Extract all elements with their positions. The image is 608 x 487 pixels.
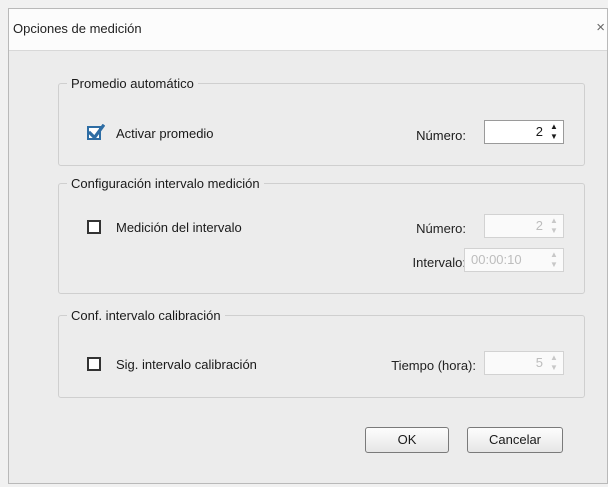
spinner-arrows: ▲ ▼ xyxy=(549,216,559,236)
spin-down-icon[interactable]: ▼ xyxy=(549,364,559,372)
spinner-arrows: ▲ ▼ xyxy=(549,122,559,142)
spin-down-icon[interactable]: ▼ xyxy=(549,133,559,141)
interval-number-label: Número: xyxy=(416,221,466,236)
calibration-interval-label: Sig. intervalo calibración xyxy=(116,357,257,372)
dialog-title: Opciones de medición xyxy=(13,21,142,36)
spinner-arrows: ▲ ▼ xyxy=(549,353,559,373)
close-icon[interactable]: × xyxy=(596,19,605,36)
measurement-options-dialog: Opciones de medición × Promedio automáti… xyxy=(8,8,608,484)
enable-average-checkbox[interactable] xyxy=(87,124,105,140)
calibration-time-label: Tiempo (hora): xyxy=(391,358,476,373)
interval-measurement-checkbox[interactable] xyxy=(87,220,101,234)
average-number-label: Número: xyxy=(416,128,466,143)
spin-up-icon[interactable]: ▲ xyxy=(549,123,559,131)
interval-time-spinner[interactable]: 00:00:10 ▲ ▼ xyxy=(464,248,564,272)
interval-measurement-label: Medición del intervalo xyxy=(116,220,242,235)
average-number-spinner[interactable]: 2 ▲ ▼ xyxy=(484,120,564,144)
spin-down-icon[interactable]: ▼ xyxy=(549,261,559,269)
calibration-time-spinner[interactable]: 5 ▲ ▼ xyxy=(484,351,564,375)
enable-average-label: Activar promedio xyxy=(116,126,214,141)
interval-time-value: 00:00:10 xyxy=(471,252,522,267)
cancel-button[interactable]: Cancelar xyxy=(467,427,563,453)
spin-down-icon[interactable]: ▼ xyxy=(549,227,559,235)
calibration-interval-checkbox[interactable] xyxy=(87,357,101,371)
calibration-group: Conf. intervalo calibración Sig. interva… xyxy=(58,307,585,398)
auto-average-group: Promedio automático Activar promedio Núm… xyxy=(58,75,585,166)
interval-time-label: Intervalo: xyxy=(412,255,466,270)
interval-config-group: Configuración intervalo medición Medició… xyxy=(58,175,585,294)
average-number-value: 2 xyxy=(535,124,543,139)
calibration-legend: Conf. intervalo calibración xyxy=(67,307,225,324)
checkmark-icon xyxy=(87,124,105,140)
calibration-time-value: 5 xyxy=(535,355,543,370)
interval-number-spinner[interactable]: 2 ▲ ▼ xyxy=(484,214,564,238)
interval-number-value: 2 xyxy=(535,218,543,233)
spinner-arrows: ▲ ▼ xyxy=(549,250,559,270)
ok-button[interactable]: OK xyxy=(365,427,449,453)
auto-average-legend: Promedio automático xyxy=(67,75,198,92)
spin-up-icon[interactable]: ▲ xyxy=(549,251,559,259)
spin-up-icon[interactable]: ▲ xyxy=(549,354,559,362)
interval-config-legend: Configuración intervalo medición xyxy=(67,175,264,192)
title-bar: Opciones de medición × xyxy=(9,9,607,51)
spin-up-icon[interactable]: ▲ xyxy=(549,217,559,225)
